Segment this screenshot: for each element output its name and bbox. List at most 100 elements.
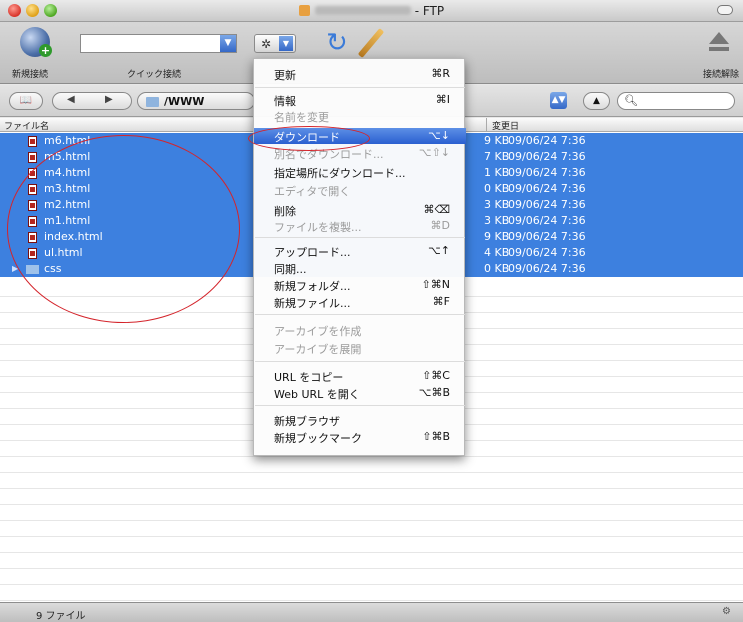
menu-separator [255,314,465,315]
menu-item: アーカイブを展開 [254,340,466,356]
menu-item[interactable]: 更新 ⌘R [254,66,466,82]
file-size: 3 KB [484,198,510,211]
menu-item-shortcut: ⌥↑ [428,244,450,257]
column-divider [486,118,487,132]
file-name: m4.html [44,166,91,179]
menu-item-label: 新規フォルダ... [274,280,351,293]
menu-separator [255,87,465,88]
quick-connect-dropdown-button[interactable]: ▼ [220,35,236,52]
parent-folder-button[interactable]: ▲ [583,92,610,110]
menu-item: アーカイブを作成 [254,322,466,338]
menu-item[interactable]: 削除 ⌘⌫ [254,202,466,218]
column-modified-header[interactable]: 変更日 [492,119,519,132]
menu-item-label: 指定場所にダウンロード... [274,167,406,180]
file-size: 0 KB [484,182,510,195]
column-name-header[interactable]: ファイル名 [4,119,49,132]
file-size: 9 KB [484,230,510,243]
menu-item-shortcut: ⌘F [432,295,450,308]
file-name: index.html [44,230,103,243]
menu-item-shortcut: ⇧⌘N [421,278,450,291]
html-file-icon [28,216,37,227]
html-file-icon [28,152,37,163]
current-path: /WWW [164,95,205,108]
menu-item-shortcut: ⌥↓ [428,129,450,142]
eject-icon [709,32,729,44]
menu-item-shortcut: ⇧⌘B [422,430,450,443]
file-date: 09/06/24 7:36 [508,214,586,227]
disclosure-triangle-icon[interactable]: ▶ [12,264,18,273]
transfer-status-icon: ⚙ [722,606,731,617]
menu-item[interactable]: Web URL を開く ⌥⌘B [254,385,466,401]
history-nav: ◀ ▶ [52,92,132,110]
menu-item[interactable]: 新規ファイル... ⌘F [254,294,466,310]
file-date: 09/06/24 7:36 [508,230,586,243]
file-name: m1.html [44,214,91,227]
toolbar-toggle-button[interactable] [717,5,733,15]
menu-item[interactable]: URL をコピー ⇧⌘C [254,368,466,384]
menu-separator [255,237,465,238]
disconnect-button[interactable] [709,32,729,54]
book-icon: 📖 [19,95,33,106]
menu-separator [255,361,465,362]
file-name: m5.html [44,150,91,163]
plus-icon: + [39,44,52,57]
status-bar: 9 ファイル ⚙ [0,602,743,622]
menu-item-label: 同期... [274,263,307,276]
folder-icon [26,265,39,274]
window-title: - FTP [0,4,743,18]
menu-item-label: 名前を変更 [274,111,329,124]
refresh-icon[interactable]: ↻ [326,28,348,58]
html-file-icon [28,136,37,147]
menu-item[interactable]: アップロード... ⌥↑ [254,243,466,259]
menu-item[interactable]: 新規フォルダ... ⇧⌘N [254,277,466,293]
menu-item-label: 更新 [274,69,296,82]
html-file-icon [28,200,37,211]
server-icon [298,5,310,16]
path-dropdown-button[interactable]: ▲▼ [550,92,567,109]
eject-bar-icon [709,47,729,51]
action-menu-button[interactable]: ✲ ▼ [254,34,296,53]
menu-separator [255,405,465,406]
bookmarks-button[interactable]: 📖 [9,92,43,110]
menu-item-label: 削除 [274,205,296,218]
ftp-window: - FTP + 新規接続 ▼ クイック接続 ✲ ▼ ↻ 接続解除 📖 ◀ ▶ /… [0,0,743,622]
file-name: css [44,262,62,275]
empty-row [0,585,743,601]
back-arrow-icon[interactable]: ◀ [67,94,75,105]
forward-arrow-icon[interactable]: ▶ [105,94,113,105]
quick-connect-label: クイック接続 [127,70,182,80]
file-size: 0 KB [484,262,510,275]
html-file-icon [28,248,37,259]
menu-item-label: ファイルを複製... [274,221,362,234]
menu-item-shortcut: ⌘R [431,67,450,80]
file-date: 09/06/24 7:36 [508,134,586,147]
menu-item-shortcut: ⇧⌘C [422,369,450,382]
search-input[interactable]: 🔍︎ [617,92,735,110]
html-file-icon [28,168,37,179]
search-icon: 🔍︎ [624,94,638,107]
file-date: 09/06/24 7:36 [508,166,586,179]
title-bar: - FTP [0,0,743,22]
menu-item[interactable]: 新規ブックマーク ⇧⌘B [254,429,466,445]
folder-icon [146,97,159,107]
file-size: 3 KB [484,214,510,227]
chevron-down-icon: ▼ [279,36,293,51]
empty-row [0,457,743,473]
edit-pencil-icon[interactable] [357,28,385,58]
quick-connect-input[interactable] [80,34,237,53]
menu-item[interactable]: ダウンロード ⌥↓ [254,128,466,144]
menu-item[interactable]: 新規ブラウザ [254,412,466,428]
menu-item[interactable]: 同期... [254,260,466,276]
menu-item-label: ダウンロード [274,131,340,144]
menu-item: 名前を変更 [254,108,466,124]
menu-item-shortcut: ⌘I [435,93,450,106]
menu-item-label: 情報 [274,95,296,108]
path-popup[interactable]: /WWW [137,92,255,110]
file-name: m2.html [44,198,91,211]
disconnect-label: 接続解除 [703,70,740,80]
new-connection-label: 新規接続 [12,70,49,80]
menu-item[interactable]: 情報 ⌘I [254,92,466,108]
menu-item[interactable]: 指定場所にダウンロード... [254,164,466,180]
menu-item-shortcut: ⌥⇧↓ [418,146,450,159]
file-date: 09/06/24 7:36 [508,182,586,195]
